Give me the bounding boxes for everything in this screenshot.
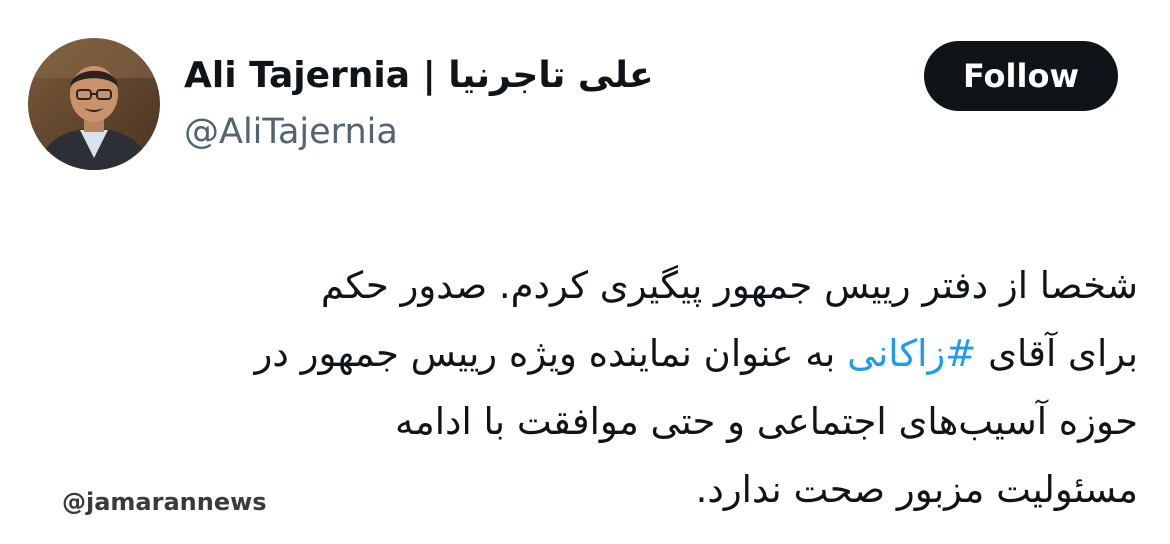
author-handle[interactable]: @AliTajernia	[184, 110, 398, 154]
avatar-photo	[28, 38, 160, 170]
hashtag-link[interactable]: #زاکانی	[847, 332, 976, 375]
follow-button[interactable]: Follow	[924, 41, 1118, 111]
author-display-name[interactable]: Ali Tajernia | علی تاجرنیا	[184, 54, 654, 98]
tweet-line-2-start: برای آقای	[976, 332, 1138, 375]
source-watermark: @jamarannews	[62, 488, 267, 516]
tweet-text: شخصا از دفتر رییس جمهور پیگیری کردم. صدو…	[48, 252, 1139, 524]
tweet-line-2: برای آقای #زاکانی به عنوان نماینده ویژه …	[48, 320, 1139, 388]
tweet-line-2-end: به عنوان نماینده ویژه رییس جمهور در	[254, 332, 848, 375]
tweet-line-1: شخصا از دفتر رییس جمهور پیگیری کردم. صدو…	[320, 264, 1138, 307]
tweet-line-3: حوزه آسیب‌های اجتماعی و حتی موافقت با اد…	[395, 400, 1138, 443]
author-avatar[interactable]	[28, 38, 160, 170]
